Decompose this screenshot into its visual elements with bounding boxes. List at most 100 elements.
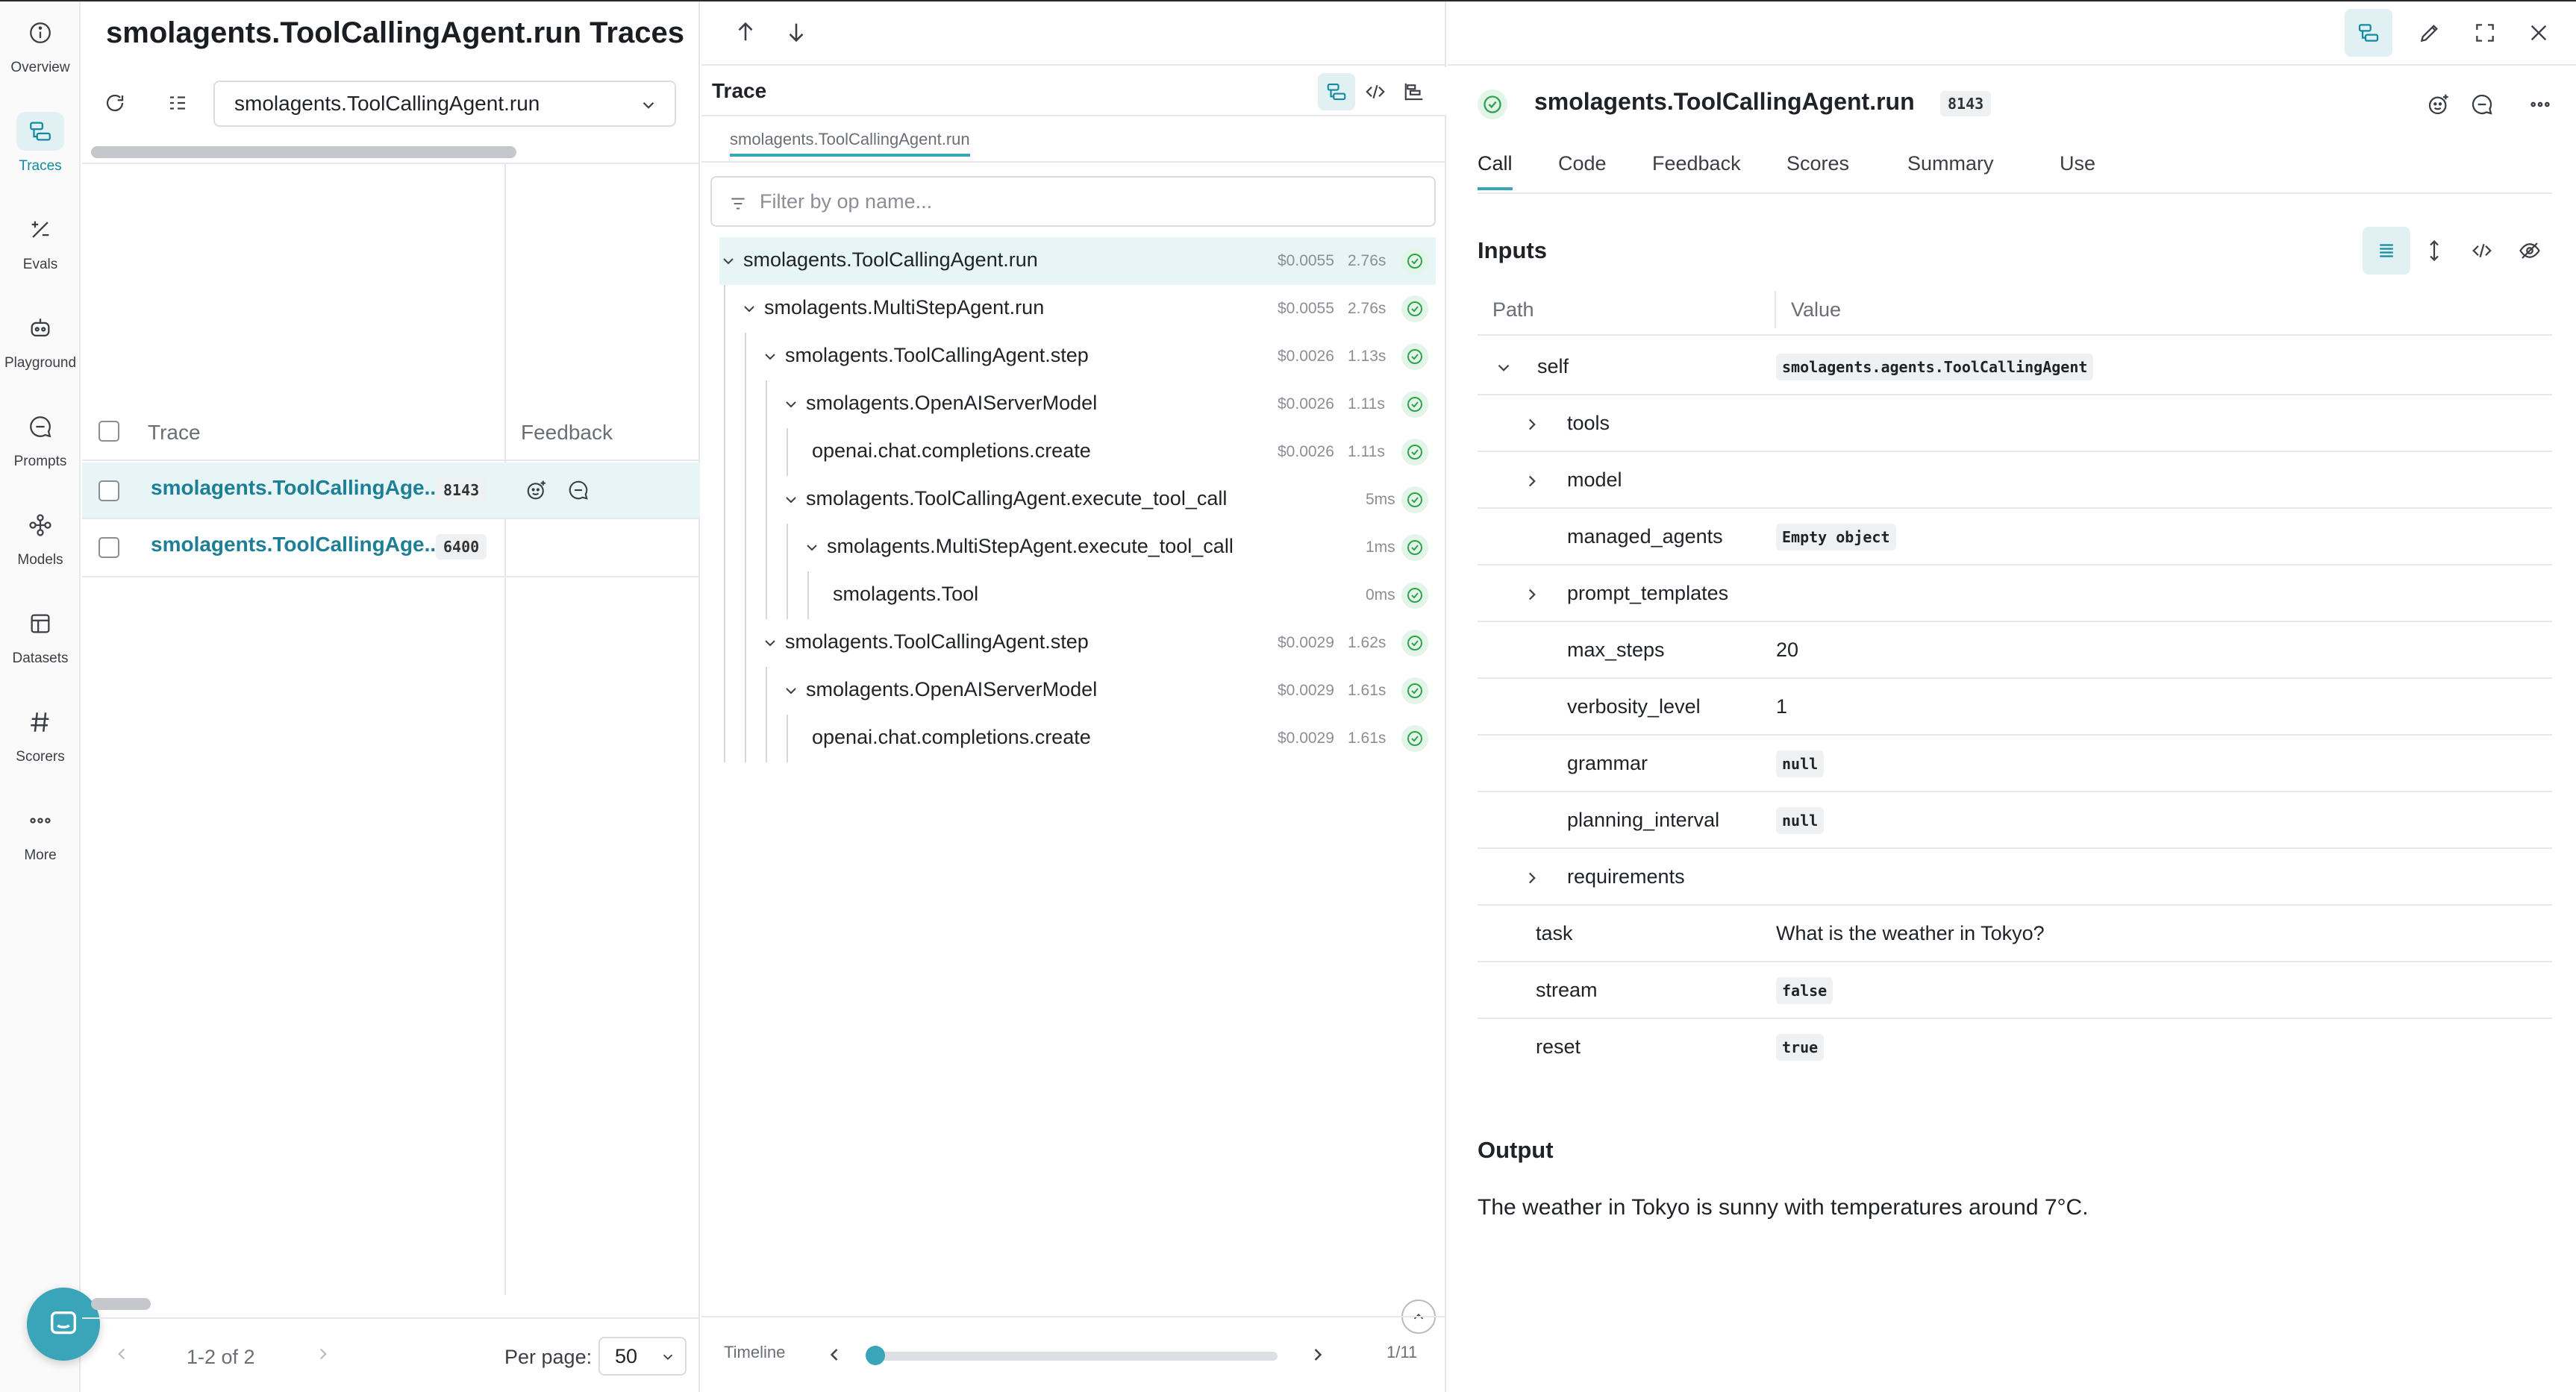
per-page-select[interactable]: 50 <box>598 1337 687 1376</box>
more-options-button[interactable] <box>2528 93 2552 120</box>
chevron-down-icon[interactable] <box>761 348 779 366</box>
chevron-down-icon[interactable] <box>761 634 779 652</box>
chevron-right-icon[interactable] <box>1522 471 1542 491</box>
add-comment-button[interactable] <box>2470 93 2494 120</box>
timeline-view-button[interactable] <box>1403 81 1425 107</box>
timeline-next-button[interactable] <box>1307 1344 1328 1369</box>
timeline-slider-track[interactable] <box>875 1352 1278 1361</box>
chevron-right-icon[interactable] <box>1522 585 1542 604</box>
nav-playground[interactable]: Playground <box>0 297 81 383</box>
span-row[interactable]: smolagents.ToolCallingAgent.step $0.0026… <box>719 333 1436 380</box>
nav-models[interactable]: Models <box>0 494 81 580</box>
span-row[interactable]: openai.chat.completions.create $0.0029 1… <box>719 715 1436 762</box>
list-icon <box>2375 239 2398 262</box>
input-row-model[interactable]: model <box>1478 452 2552 509</box>
add-comment-icon[interactable] <box>567 479 590 505</box>
nav-scorers[interactable]: Scorers <box>0 691 81 777</box>
span-row[interactable]: smolagents.MultiStepAgent.run $0.0055 2.… <box>719 285 1436 333</box>
scrollbar-thumb[interactable] <box>91 1298 151 1310</box>
chevron-down-icon[interactable] <box>782 395 800 413</box>
row-checkbox[interactable] <box>99 537 119 558</box>
input-row-self[interactable]: self smolagents.agents.ToolCallingAgent <box>1478 339 2552 395</box>
horizontal-scrollbar[interactable] <box>87 145 693 160</box>
table-row[interactable]: smolagents.ToolCallingAge... 6400 <box>82 521 700 577</box>
edit-button[interactable] <box>2418 21 2442 48</box>
next-trace-button[interactable] <box>784 19 809 48</box>
chevron-down-icon[interactable] <box>740 300 758 318</box>
add-reaction-icon[interactable] <box>525 479 548 505</box>
timeline-slider-handle[interactable] <box>866 1346 885 1365</box>
op-name-filter-input[interactable]: Filter by op name... <box>710 176 1436 227</box>
nav-evals[interactable]: Evals <box>0 198 81 285</box>
span-row[interactable]: smolagents.ToolCallingAgent.run $0.0055 … <box>719 237 1436 285</box>
close-button[interactable] <box>2527 21 2551 48</box>
chevron-right-icon[interactable] <box>1522 415 1542 434</box>
fullscreen-button[interactable] <box>2473 21 2497 48</box>
trace-view-toggle[interactable] <box>2345 9 2392 57</box>
nav-overview[interactable]: Overview <box>0 1 81 88</box>
span-row[interactable]: smolagents.OpenAIServerModel $0.0026 1.1… <box>719 380 1436 428</box>
chevron-down-icon[interactable] <box>782 682 800 700</box>
timeline-prev-button[interactable] <box>824 1344 845 1369</box>
hide-button[interactable] <box>2506 227 2554 275</box>
columns-icon <box>166 92 189 114</box>
trace-name-link[interactable]: smolagents.ToolCallingAge... <box>151 533 442 557</box>
input-row-tools[interactable]: tools <box>1478 395 2552 452</box>
expand-all-button[interactable] <box>2410 227 2458 275</box>
span-row[interactable]: openai.chat.completions.create $0.0026 1… <box>719 428 1436 476</box>
tab-scores[interactable]: Scores <box>1786 152 1849 187</box>
left-nav: Overview Traces Evals Playground Prompts <box>0 1 81 1392</box>
trace-toolbar <box>701 1 1446 66</box>
span-name: smolagents.OpenAIServerModel <box>806 678 1097 701</box>
prev-page-button[interactable] <box>112 1344 131 1367</box>
add-reaction-button[interactable] <box>2427 93 2451 120</box>
trace-name-link[interactable]: smolagents.ToolCallingAge... <box>151 476 442 500</box>
span-row[interactable]: smolagents.MultiStepAgent.execute_tool_c… <box>719 524 1436 571</box>
tab-code[interactable]: Code <box>1558 152 1607 187</box>
tab-use[interactable]: Use <box>2060 152 2095 187</box>
nav-datasets[interactable]: Datasets <box>0 592 81 679</box>
nav-more[interactable]: More <box>0 789 81 876</box>
input-row-requirements[interactable]: requirements <box>1478 849 2552 906</box>
next-page-button[interactable] <box>313 1344 333 1367</box>
input-row-prompt-templates[interactable]: prompt_templates <box>1478 565 2552 622</box>
row-checkbox[interactable] <box>99 480 119 501</box>
json-view-button[interactable] <box>2458 227 2506 275</box>
span-row[interactable]: smolagents.ToolCallingAgent.execute_tool… <box>719 476 1436 524</box>
nav-prompts[interactable]: Prompts <box>0 395 81 482</box>
page-title: smolagents.ToolCallingAgent.run Traces <box>106 16 684 50</box>
code-view-button[interactable] <box>1364 81 1387 107</box>
refresh-button[interactable] <box>96 84 134 122</box>
chevron-right-icon[interactable] <box>1522 868 1542 888</box>
input-row-planning-interval: planning_interval null <box>1478 792 2552 849</box>
horizontal-scrollbar-bottom[interactable] <box>87 1297 693 1311</box>
trace-breadcrumb-tab[interactable]: smolagents.ToolCallingAgent.run <box>730 130 970 157</box>
op-filter-value: smolagents.ToolCallingAgent.run <box>234 92 540 116</box>
tab-summary[interactable]: Summary <box>1907 152 1994 187</box>
span-name: smolagents.OpenAIServerModel <box>806 392 1097 415</box>
span-row[interactable]: smolagents.OpenAIServerModel $0.0029 1.6… <box>719 667 1436 715</box>
op-filter-select[interactable]: smolagents.ToolCallingAgent.run <box>213 81 676 127</box>
nav-traces[interactable]: Traces <box>0 100 81 186</box>
chevron-down-icon[interactable] <box>803 539 821 557</box>
chevron-down-icon[interactable] <box>719 252 737 270</box>
scrollbar-thumb[interactable] <box>91 146 516 158</box>
previous-trace-button[interactable] <box>733 19 758 48</box>
chevron-down-icon[interactable] <box>782 491 800 509</box>
tab-feedback[interactable]: Feedback <box>1652 152 1741 187</box>
select-all-checkbox[interactable] <box>99 421 119 442</box>
chevron-down-icon[interactable] <box>1494 358 1513 377</box>
column-header-trace[interactable]: Trace <box>148 410 201 455</box>
table-row[interactable]: smolagents.ToolCallingAge... 8143 <box>82 463 700 519</box>
span-duration: 0ms <box>1366 586 1395 604</box>
column-header-feedback[interactable]: Feedback <box>521 410 613 455</box>
filter-placeholder: Filter by op name... <box>760 190 932 213</box>
tree-view-button[interactable] <box>1318 73 1355 110</box>
span-row[interactable]: smolagents.Tool 0ms <box>719 571 1436 619</box>
list-view-button[interactable] <box>2363 227 2410 275</box>
success-icon <box>1401 630 1428 656</box>
tab-call[interactable]: Call <box>1478 152 1513 190</box>
span-row[interactable]: smolagents.ToolCallingAgent.step $0.0029… <box>719 619 1436 667</box>
columns-button[interactable] <box>158 84 197 122</box>
input-row-max-steps: max_steps 20 <box>1478 622 2552 679</box>
